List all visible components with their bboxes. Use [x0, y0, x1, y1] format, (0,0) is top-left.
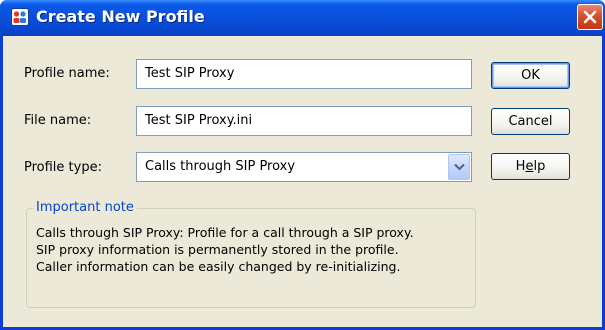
cancel-button[interactable]: Cancel	[491, 108, 570, 135]
file-name-input[interactable]: Test SIP Proxy.ini	[136, 106, 472, 136]
note-line: SIP proxy information is permanently sto…	[36, 242, 399, 257]
profile-type-label: Profile type:	[24, 160, 102, 175]
close-button[interactable]	[577, 4, 603, 30]
file-name-value: Test SIP Proxy.ini	[145, 113, 253, 128]
window-title: Create New Profile	[36, 7, 205, 26]
profile-type-select[interactable]: Calls through SIP Proxy	[136, 152, 472, 182]
profile-icon	[11, 8, 29, 26]
note-line: Calls through SIP Proxy: Profile for a c…	[36, 225, 414, 240]
help-button-label: Help	[516, 159, 546, 174]
profile-type-value: Calls through SIP Proxy	[145, 159, 296, 174]
important-note-text: Calls through SIP Proxy: Profile for a c…	[36, 224, 476, 275]
profile-name-label: Profile name:	[24, 66, 110, 81]
ok-button-label: OK	[521, 68, 540, 83]
profile-name-input[interactable]: Test SIP Proxy	[136, 59, 472, 89]
file-name-label: File name:	[24, 113, 92, 128]
title-bar[interactable]: Create New Profile	[0, 0, 605, 36]
dropdown-button[interactable]	[448, 154, 470, 180]
ok-button[interactable]: OK	[491, 62, 570, 89]
dialog-body: Profile name: Test SIP Proxy File name: …	[3, 36, 602, 327]
dialog-window: Create New Profile Profile name: Test SI…	[0, 0, 605, 330]
important-note-title: Important note	[33, 200, 137, 215]
help-label-suffix: lp	[533, 159, 546, 174]
cancel-button-label: Cancel	[508, 114, 553, 129]
help-label-prefix: H	[515, 159, 526, 174]
profile-name-value: Test SIP Proxy	[145, 66, 235, 81]
help-button[interactable]: Help	[491, 153, 570, 180]
note-line: Caller information can be easily changed…	[36, 259, 401, 274]
